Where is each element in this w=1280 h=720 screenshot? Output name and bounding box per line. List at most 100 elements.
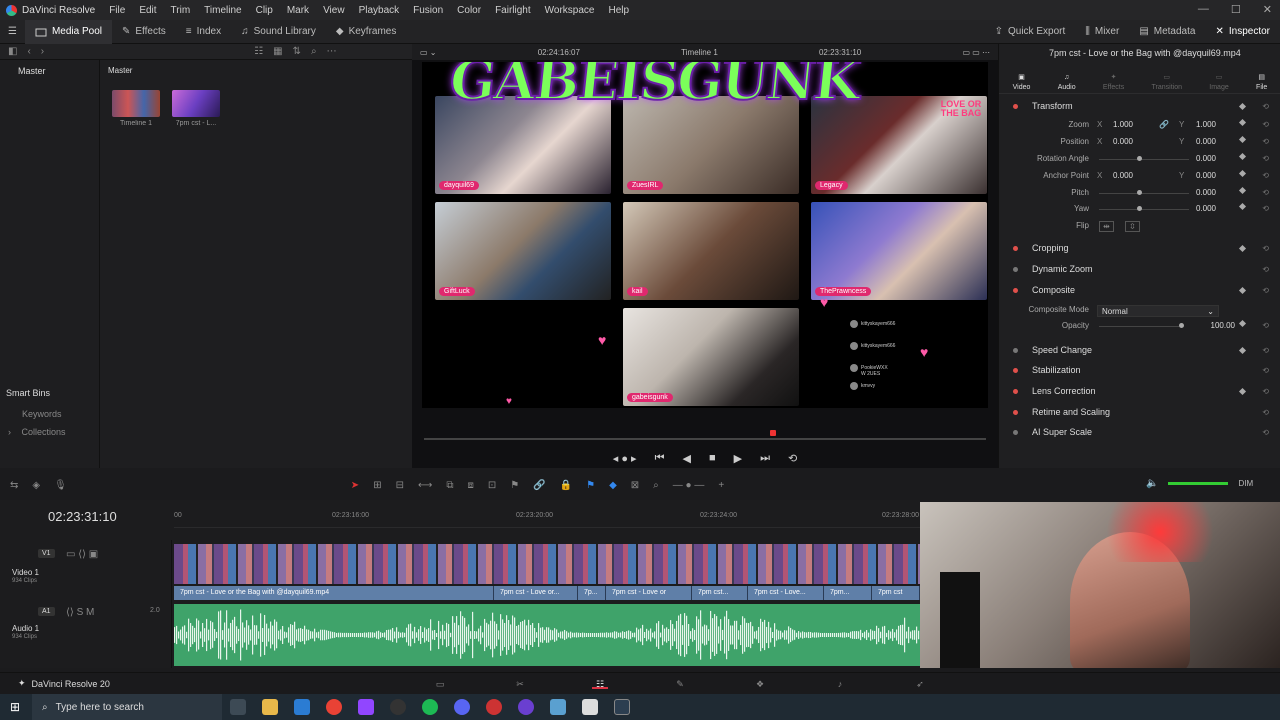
video-track[interactable]: 7pm cst - Love or the Bag with @dayquil6… xyxy=(174,544,920,600)
clip-label[interactable]: 7pm cst - Love or the Bag with @dayquil6… xyxy=(174,586,494,600)
video-frame[interactable]: dayquil69 ZuesIRL Legacy LOVE OR THE BAG… xyxy=(422,62,988,408)
keyframe-icon[interactable] xyxy=(1238,152,1247,161)
clip-timeline-1[interactable]: Timeline 1 xyxy=(112,90,160,127)
position-y-field[interactable]: 0.000 xyxy=(1176,137,1216,146)
menu-fairlight[interactable]: Fairlight xyxy=(495,5,531,16)
zoom-y-field[interactable]: 1.000 xyxy=(1176,120,1216,129)
keyframe-icon[interactable] xyxy=(1238,186,1247,195)
reset-icon[interactable]: ⟲ xyxy=(1262,188,1269,197)
reset-icon[interactable]: ⟲ xyxy=(1262,286,1269,295)
stop-icon[interactable]: ■ xyxy=(709,452,716,464)
link-clips-icon[interactable]: 🔗 xyxy=(533,480,545,491)
reset-icon[interactable]: ⟲ xyxy=(1262,408,1269,417)
rotation-field[interactable]: 0.000 xyxy=(1176,154,1216,163)
enable-toggle-icon[interactable] xyxy=(1013,429,1018,435)
keyframe-icon[interactable] xyxy=(1238,319,1247,328)
smart-bins-header[interactable]: Smart Bins xyxy=(6,388,50,398)
app-icon[interactable] xyxy=(518,699,534,715)
microphone-icon[interactable]: 🎙 xyxy=(54,480,67,491)
selection-tool-icon[interactable]: ➤ xyxy=(351,480,359,491)
opacity-field[interactable]: 100.00 xyxy=(1195,321,1235,330)
effects-button[interactable]: ✎ Effects xyxy=(112,20,176,44)
section-transform[interactable]: Transform ⟲ xyxy=(999,98,1280,114)
file-explorer-icon[interactable] xyxy=(262,699,278,715)
opacity-slider[interactable] xyxy=(1099,326,1179,327)
outlook-icon[interactable] xyxy=(294,699,310,715)
bin-master[interactable]: Master xyxy=(18,66,46,76)
minimize-icon[interactable]: — xyxy=(1198,3,1209,16)
discord-icon[interactable] xyxy=(454,699,470,715)
media-pool-button[interactable]: Media Pool xyxy=(24,19,112,44)
zoom-x-field[interactable]: 1.000 xyxy=(1093,120,1133,129)
page-media-icon[interactable]: ▭ xyxy=(432,679,448,689)
list-view-icon[interactable]: ☷ xyxy=(254,46,263,57)
index-button[interactable]: ≡ Index xyxy=(176,20,231,44)
reset-icon[interactable]: ⟲ xyxy=(1262,120,1269,129)
reset-icon[interactable]: ⟲ xyxy=(1262,171,1269,180)
enable-toggle-icon[interactable] xyxy=(1013,245,1018,251)
track-controls-icon[interactable]: ⟨⟩ S M xyxy=(66,607,94,618)
anchor-x-field[interactable]: 0.000 xyxy=(1093,171,1133,180)
keyframe-icon[interactable] xyxy=(1238,202,1247,211)
clip-label[interactable]: 7pm... xyxy=(824,586,872,600)
tab-video[interactable]: ▣ Video xyxy=(1013,73,1031,91)
reset-icon[interactable]: ⟲ xyxy=(1262,137,1269,146)
zoom-slider[interactable]: — ● — xyxy=(673,480,705,491)
trim-tool-icon[interactable]: ⊞ xyxy=(373,480,381,491)
davinci-resolve-taskbar-icon[interactable] xyxy=(614,699,630,715)
enable-toggle-icon[interactable] xyxy=(1013,266,1018,272)
menu-timeline[interactable]: Timeline xyxy=(204,5,241,16)
skip-to-end-icon[interactable]: ⏭ xyxy=(760,452,770,465)
volume-slider[interactable] xyxy=(1168,482,1229,485)
keyframe-icon[interactable] xyxy=(1238,244,1247,252)
menu-edit[interactable]: Edit xyxy=(139,5,156,16)
dynamic-trim-icon[interactable]: ⊟ xyxy=(396,480,404,491)
yaw-field[interactable]: 0.000 xyxy=(1176,204,1216,213)
insert-clip-icon[interactable]: ⧉ xyxy=(446,480,453,491)
pitch-field[interactable]: 0.000 xyxy=(1176,188,1216,197)
loop-icon[interactable]: ⟲ xyxy=(788,452,797,465)
speaker-icon[interactable]: 🔈 xyxy=(1146,478,1158,489)
search-icon[interactable]: ⌕ xyxy=(311,46,317,57)
reset-icon[interactable]: ⟲ xyxy=(1262,265,1269,274)
keyframe-icon[interactable] xyxy=(1238,286,1247,294)
reset-icon[interactable]: ⟲ xyxy=(1262,102,1269,111)
task-view-icon[interactable] xyxy=(230,699,246,715)
page-color-icon[interactable]: ❖ xyxy=(752,679,768,689)
tab-transition[interactable]: ▭ Transition xyxy=(1152,73,1182,91)
page-cut-icon[interactable]: ✂ xyxy=(512,679,528,689)
tab-file[interactable]: ▤ File xyxy=(1256,73,1267,91)
timeline-ruler[interactable]: 00 02:23:16:00 02:23:20:00 02:23:24:00 0… xyxy=(174,500,920,528)
menu-playback[interactable]: Playback xyxy=(359,5,400,16)
menu-fusion[interactable]: Fusion xyxy=(413,5,443,16)
snapping-icon[interactable]: ◈ xyxy=(32,480,40,491)
twitch-icon[interactable] xyxy=(358,699,374,715)
replace-clip-icon[interactable]: ⊡ xyxy=(488,480,496,491)
collections-item[interactable]: › Collections xyxy=(8,427,66,437)
windows-start-icon[interactable]: ⊞ xyxy=(10,700,20,714)
menu-clip[interactable]: Clip xyxy=(256,5,273,16)
keyframe-icon[interactable] xyxy=(1238,169,1247,178)
clip-label[interactable]: 7p... xyxy=(578,586,606,600)
section-lens-correction[interactable]: Lens Correction ⟲ xyxy=(999,383,1280,399)
lock-icon[interactable]: 🔒 xyxy=(560,480,572,491)
dim-button[interactable]: DIM xyxy=(1238,479,1253,488)
chrome-icon[interactable] xyxy=(326,699,342,715)
quick-export-button[interactable]: ⇪ Quick Export xyxy=(985,26,1076,37)
enable-toggle-icon[interactable] xyxy=(1013,103,1018,109)
sort-icon[interactable]: ⇅ xyxy=(293,46,301,57)
track-controls-icon[interactable]: ▭ ⟨⟩ ▣ xyxy=(66,549,98,560)
zoom-fit-icon[interactable]: ⊠ xyxy=(631,480,639,491)
forward-icon[interactable]: › xyxy=(41,46,44,57)
back-icon[interactable]: ‹ xyxy=(27,46,30,57)
marker-flag-icon[interactable]: ⚑ xyxy=(586,480,595,491)
page-edit-icon[interactable]: ☷ xyxy=(592,679,608,689)
reset-icon[interactable]: ⟲ xyxy=(1262,154,1269,163)
more-options-icon[interactable]: ⋯ xyxy=(327,46,337,57)
taskbar-search[interactable]: ⌕ Type here to search xyxy=(32,694,222,720)
section-ai-super-scale[interactable]: AI Super Scale ⟲ xyxy=(999,424,1280,440)
app-icon[interactable] xyxy=(550,699,566,715)
section-cropping[interactable]: Cropping ⟲ xyxy=(999,240,1280,256)
clip-label[interactable]: 7pm cst... xyxy=(692,586,748,600)
section-speed-change[interactable]: Speed Change ⟲ xyxy=(999,342,1280,358)
